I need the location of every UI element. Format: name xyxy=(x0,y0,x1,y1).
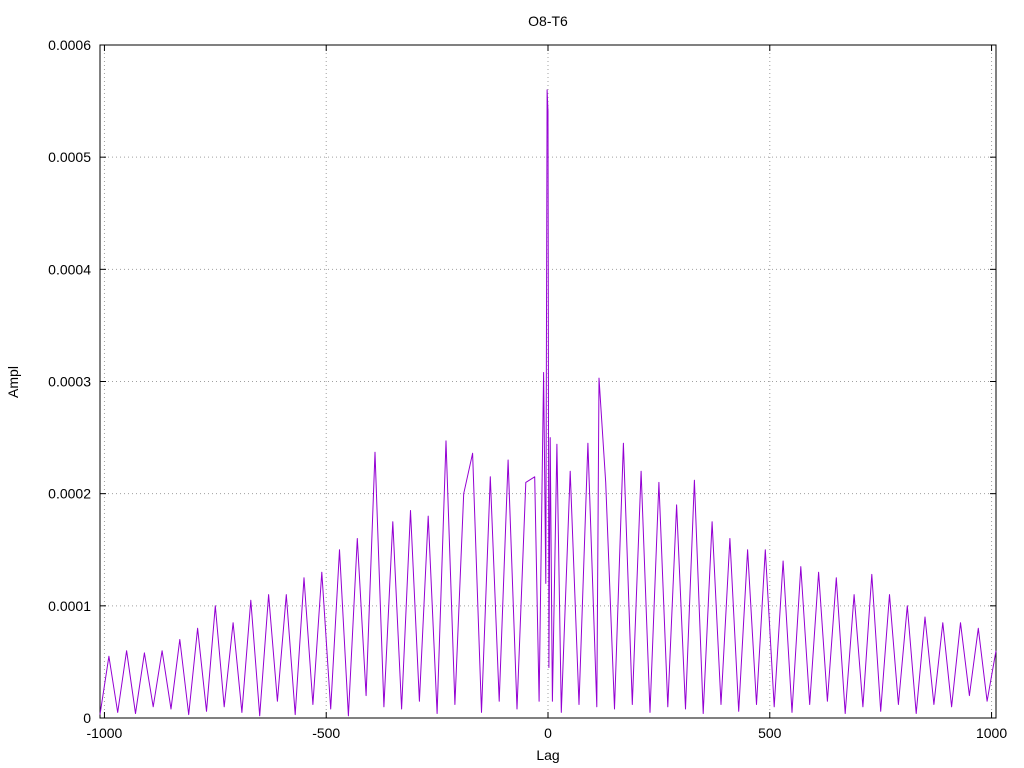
y-tick-label: 0.0004 xyxy=(48,261,91,277)
y-tick-label: 0.0003 xyxy=(48,374,91,390)
y-tick-label: 0.0006 xyxy=(48,37,91,53)
x-tick-label: 1000 xyxy=(976,725,1007,741)
x-tick-labels: -1000 -500 0 500 1000 xyxy=(87,725,1008,741)
x-tick-label: -500 xyxy=(312,725,340,741)
y-tick-label: 0 xyxy=(83,710,91,726)
x-tick-label: -1000 xyxy=(87,725,123,741)
y-tick-labels: 0 0.0001 0.0002 0.0003 0.0004 0.0005 0.0006 xyxy=(48,37,91,726)
x-axis-label: Lag xyxy=(536,747,559,763)
x-tick-label: 500 xyxy=(758,725,782,741)
y-tick-label: 0.0002 xyxy=(48,486,91,502)
y-tick-label: 0.0001 xyxy=(48,598,91,614)
y-tick-label: 0.0005 xyxy=(48,149,91,165)
y-axis-label: Ampl xyxy=(5,366,21,398)
chart-title: O8-T6 xyxy=(528,13,568,29)
x-tick-label: 0 xyxy=(544,725,552,741)
chart-canvas: -1000 -500 0 500 1000 0 0.0001 0.0002 0.0003 0.0… xyxy=(5,13,1008,763)
